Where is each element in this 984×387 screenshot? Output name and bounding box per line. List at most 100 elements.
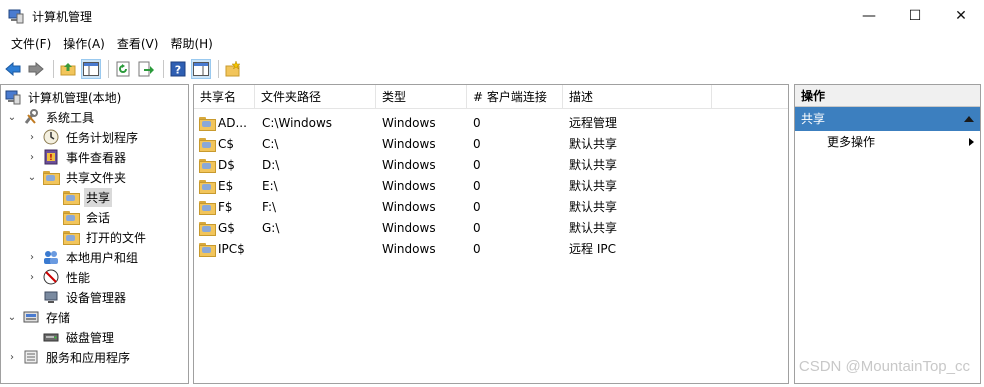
tree-item-label: 系统工具: [46, 110, 95, 125]
tree-item-open-files[interactable]: 打开的文件: [63, 227, 148, 247]
cell-description: 默认共享: [569, 158, 618, 172]
share-icon: [199, 241, 216, 257]
chevron-down-icon[interactable]: ⌄: [7, 112, 17, 123]
up-folder-icon: [60, 63, 76, 76]
table-row[interactable]: C$ C:\ Windows 0 默认共享: [194, 133, 709, 154]
column-header-share-name[interactable]: 共享名: [194, 85, 255, 109]
chevron-right-icon[interactable]: ›: [7, 352, 17, 363]
tree-item-local-users-groups[interactable]: › 本地用户和组: [27, 247, 140, 267]
help-button[interactable]: ?: [168, 59, 188, 79]
tree-item-label: 设备管理器: [66, 290, 127, 305]
cell-share-name: AD...: [218, 115, 247, 130]
up-folder-button[interactable]: [58, 59, 78, 79]
users-icon: [43, 249, 59, 265]
close-button[interactable]: ✕: [938, 0, 984, 32]
cell-type: Windows: [382, 178, 436, 193]
computer-management-icon: [5, 89, 21, 105]
chevron-right-icon[interactable]: ›: [27, 272, 37, 283]
cell-folder-path: F:\: [262, 199, 277, 214]
table-row[interactable]: AD... C:\Windows Windows 0 远程管理: [194, 112, 709, 133]
toolbar-separator: [108, 60, 109, 78]
chevron-right-icon[interactable]: ›: [27, 132, 37, 143]
tree-item-disk-management[interactable]: 磁盘管理: [43, 327, 116, 347]
export-icon: [138, 61, 154, 77]
chevron-down-icon[interactable]: ⌄: [7, 312, 17, 323]
toolbar: ?: [0, 56, 984, 82]
shared-folder-icon: [43, 169, 60, 185]
toolbar-separator: [53, 60, 54, 78]
menu-file[interactable]: 文件(F): [6, 33, 56, 55]
toolbar-separator: [218, 60, 219, 78]
cell-clients: 0: [473, 220, 481, 235]
more-actions-item[interactable]: 更多操作: [795, 131, 980, 153]
tree-item-shared-folders[interactable]: ⌄ 共享文件夹: [27, 167, 128, 187]
back-icon: [5, 62, 21, 76]
tree-item-task-scheduler[interactable]: › 任务计划程序: [27, 127, 140, 147]
column-header-client-connections[interactable]: # 客户端连接: [467, 85, 563, 109]
device-manager-icon: [43, 289, 59, 305]
action-section-label: 共享: [801, 112, 826, 126]
tree-item-label: 事件查看器: [66, 150, 127, 165]
column-header-type[interactable]: 类型: [376, 85, 467, 109]
cell-share-name: D$: [218, 157, 235, 172]
tree-item-sessions[interactable]: 会话: [63, 207, 112, 227]
menu-bar: 文件(F) 操作(A) 查看(V) 帮助(H): [0, 33, 984, 55]
computer-management-icon: [8, 8, 24, 24]
submenu-arrow-icon: [969, 138, 974, 146]
maximize-button[interactable]: ☐: [892, 0, 938, 32]
storage-icon: [23, 309, 39, 325]
export-button[interactable]: [136, 59, 156, 79]
show-hide-tree-icon: [83, 62, 99, 76]
refresh-button[interactable]: [113, 59, 133, 79]
back-button[interactable]: [3, 59, 23, 79]
tree-item-computer-management[interactable]: 计算机管理(本地): [5, 87, 123, 107]
share-icon: [199, 115, 216, 131]
table-row[interactable]: IPC$ Windows 0 远程 IPC: [194, 238, 709, 259]
table-row[interactable]: D$ D:\ Windows 0 默认共享: [194, 154, 709, 175]
refresh-icon: [116, 61, 130, 77]
tree-item-performance[interactable]: › 性能: [27, 267, 92, 287]
tree-item-label: 打开的文件: [86, 230, 147, 245]
cell-folder-path: E:\: [262, 178, 278, 193]
column-header-description[interactable]: 描述: [563, 85, 712, 109]
show-hide-tree-button[interactable]: [81, 59, 101, 79]
column-header-folder-path[interactable]: 文件夹路径: [255, 85, 376, 109]
action-pane-title: 操作: [795, 85, 980, 107]
tree-item-services-applications[interactable]: › 服务和应用程序: [7, 347, 132, 367]
tree-item-system-tools[interactable]: ⌄ 系统工具: [7, 107, 96, 127]
table-row[interactable]: G$ G:\ Windows 0 默认共享: [194, 217, 709, 238]
table-row[interactable]: E$ E:\ Windows 0 默认共享: [194, 175, 709, 196]
tree-item-shares[interactable]: 共享: [63, 187, 113, 207]
forward-icon: [28, 62, 44, 76]
new-share-button[interactable]: [223, 59, 243, 79]
tree-item-event-viewer[interactable]: › ! 事件查看器: [27, 147, 128, 167]
cell-share-name: E$: [218, 178, 234, 193]
open-files-icon: [63, 229, 80, 245]
toolbar-separator: [163, 60, 164, 78]
menu-view[interactable]: 查看(V): [112, 33, 164, 55]
cell-folder-path: C:\Windows: [262, 115, 333, 130]
share-icon: [199, 178, 216, 194]
show-hide-action-pane-button[interactable]: [191, 59, 211, 79]
cell-description: 远程管理: [569, 116, 618, 130]
tree-item-device-manager[interactable]: 设备管理器: [43, 287, 128, 307]
cell-type: Windows: [382, 157, 436, 172]
watermark: CSDN @MountainTop_cc: [798, 358, 970, 375]
forward-button[interactable]: [26, 59, 46, 79]
chevron-right-icon[interactable]: ›: [27, 252, 37, 263]
action-section-shares[interactable]: 共享: [795, 107, 980, 131]
minimize-button[interactable]: —: [846, 0, 892, 32]
more-actions-label: 更多操作: [827, 135, 876, 149]
cell-share-name: F$: [218, 199, 233, 214]
tree-item-label: 存储: [46, 310, 71, 325]
chevron-right-icon[interactable]: ›: [27, 152, 37, 163]
cell-share-name: IPC$: [218, 241, 245, 256]
services-icon: [23, 349, 39, 365]
collapse-icon[interactable]: [964, 116, 974, 122]
menu-action[interactable]: 操作(A): [58, 33, 110, 55]
chevron-down-icon[interactable]: ⌄: [27, 172, 37, 183]
tree-item-label: 计算机管理(本地): [28, 90, 122, 105]
tree-item-storage[interactable]: ⌄ 存储: [7, 307, 72, 327]
menu-help[interactable]: 帮助(H): [165, 33, 217, 55]
table-row[interactable]: F$ F:\ Windows 0 默认共享: [194, 196, 709, 217]
